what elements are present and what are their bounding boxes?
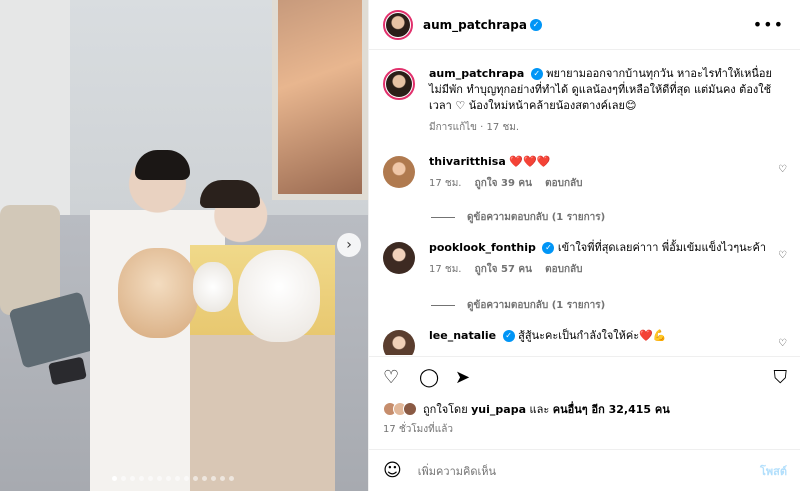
like-comment-heart-icon[interactable]: ♡ <box>778 164 787 175</box>
chevron-right-icon: › <box>346 237 352 253</box>
view-replies-button[interactable]: ดูข้อความตอบกลับ (1 รายการ) <box>431 210 605 225</box>
carousel-dot <box>175 476 180 481</box>
comment-item: lee_natalie ✓ สู้สู้นะคะเป็นกำลังใจให้ค่… <box>383 328 787 355</box>
carousel-dot <box>157 476 162 481</box>
comment-icon[interactable]: ◯ <box>419 367 439 388</box>
carousel-dot <box>211 476 216 481</box>
share-send-icon[interactable]: ➤ <box>455 367 470 388</box>
photo-dog-white <box>238 250 320 342</box>
post-username[interactable]: aum_patchrapa <box>423 18 527 32</box>
likes-middle: และ <box>529 403 550 416</box>
verified-badge-icon: ✓ <box>530 68 543 80</box>
likes-summary: ถูกใจโดย yui_papa และ คนอื่นๆ อีก 32,415… <box>383 400 670 418</box>
verified-badge-icon: ✓ <box>542 242 555 254</box>
avatar[interactable] <box>383 9 413 40</box>
photo-painting <box>272 0 368 200</box>
comments-list: aum_patchrapa ✓ พยายามออกจากบ้านทุกวัน ห… <box>369 50 800 355</box>
carousel-dots <box>112 476 234 481</box>
carousel-dot <box>229 476 234 481</box>
comment-time: 17 ชม. <box>429 264 462 275</box>
comment-text: ❤️❤️❤️ <box>509 155 551 168</box>
carousel-dot <box>193 476 198 481</box>
carousel-dot <box>166 476 171 481</box>
caption: aum_patchrapa ✓ พยายามออกจากบ้านทุกวัน ห… <box>383 66 787 136</box>
more-icon[interactable]: ••• <box>753 15 784 34</box>
bookmark-icon[interactable]: ⛉ <box>774 367 788 388</box>
photo-hair-right <box>200 180 260 208</box>
like-heart-icon[interactable]: ♡ <box>383 367 399 388</box>
carousel-dot <box>139 476 144 481</box>
comment-username[interactable]: lee_natalie <box>429 329 496 342</box>
carousel-dot <box>184 476 189 481</box>
carousel-dot <box>121 476 126 481</box>
avatar[interactable] <box>383 330 415 355</box>
comment-time: 17 ชม. <box>429 178 462 189</box>
post-sidebar: aum_patchrapa ✓ ••• aum_patchrapa ✓ พยาย… <box>368 0 800 491</box>
carousel-dot <box>220 476 225 481</box>
view-replies-button[interactable]: ดูข้อความตอบกลับ (1 รายการ) <box>431 298 605 313</box>
comment-username[interactable]: pooklook_fonthip <box>429 241 536 254</box>
likes-others[interactable]: คนอื่นๆ อีก 32,415 คน <box>553 403 670 416</box>
comment-item: thivaritthisa ❤️❤️❤️ 17 ชม. ถูกใจ 39 คน … <box>383 154 787 192</box>
caption-meta: มีการแก้ไข · 17 ชม. <box>429 122 519 133</box>
reply-button[interactable]: ตอบกลับ <box>545 264 582 275</box>
action-bar: ♡ ◯ ➤ ⛉ <box>369 356 800 396</box>
comment-input[interactable]: เพิ่มความคิดเห็น <box>418 462 760 480</box>
comment-likes[interactable]: ถูกใจ 57 คน <box>475 264 532 275</box>
like-comment-heart-icon[interactable]: ♡ <box>778 250 787 261</box>
avatar[interactable] <box>383 68 415 100</box>
reply-button[interactable]: ตอบกลับ <box>545 178 582 189</box>
verified-badge-icon: ✓ <box>529 18 542 31</box>
comment-likes[interactable]: ถูกใจ 39 คน <box>475 178 532 189</box>
avatar[interactable] <box>383 156 415 188</box>
carousel-dot <box>112 476 117 481</box>
like-comment-heart-icon[interactable]: ♡ <box>778 338 787 349</box>
post-time-ago[interactable]: 17 ชั่วโมงที่แล้ว <box>383 422 453 437</box>
comment-item: pooklook_fonthip ✓ เข้าใจพี่ที่สุดเลยค่า… <box>383 240 787 278</box>
post-button[interactable]: โพสต์ <box>760 462 787 480</box>
verified-badge-icon: ✓ <box>502 330 515 342</box>
comment-text: สู้สู้นะคะเป็นกำลังใจให้ค่ะ❤️💪 <box>518 329 667 342</box>
carousel-dot <box>202 476 207 481</box>
avatar[interactable] <box>383 242 415 274</box>
carousel-dot <box>148 476 153 481</box>
comment-text: เข้าใจพี่ที่สุดเลยค่าาา พี่อั้มเข้มแข็งไ… <box>557 241 767 254</box>
likes-prefix: ถูกใจโดย <box>423 403 468 416</box>
photo-dog-small <box>193 262 233 312</box>
caption-username[interactable]: aum_patchrapa <box>429 67 524 80</box>
carousel-dot <box>130 476 135 481</box>
likes-user[interactable]: yui_papa <box>471 403 526 416</box>
comment-composer: ☺ เพิ่มความคิดเห็น โพสต์ <box>369 449 800 491</box>
photo-dog-brown <box>118 248 198 338</box>
post-header: aum_patchrapa ✓ ••• <box>369 0 800 50</box>
comment-username[interactable]: thivaritthisa <box>429 155 506 168</box>
emoji-icon[interactable]: ☺ <box>383 460 402 481</box>
photo-hair-left <box>135 150 190 180</box>
avatar <box>403 402 417 416</box>
next-photo-button[interactable]: › <box>337 233 361 257</box>
post-photo[interactable]: › <box>0 0 368 491</box>
